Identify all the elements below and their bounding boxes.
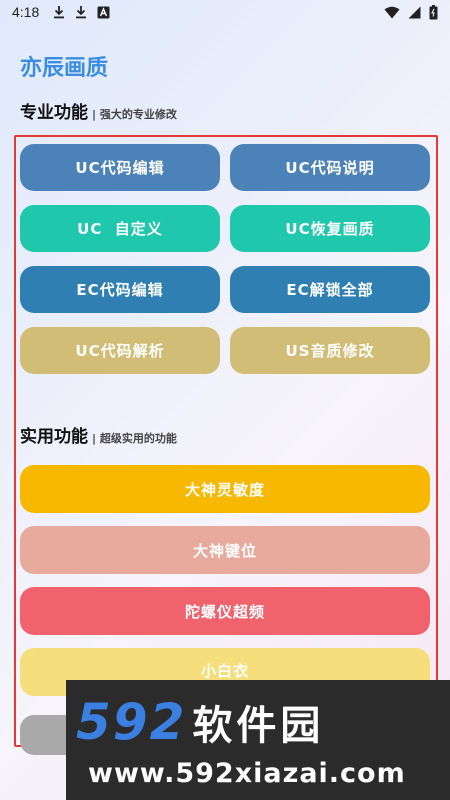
status-left-icons <box>53 5 110 19</box>
uc-code-edit-button[interactable]: UC代码编辑 <box>20 144 220 191</box>
key-layout-button[interactable]: 大神键位 <box>20 526 430 574</box>
watermark-brand: 592 软件园 <box>76 693 440 751</box>
battery-icon <box>429 4 438 20</box>
pro-section-header: 专业功能 | 强大的专业修改 <box>20 98 177 123</box>
uc-custom-button[interactable]: UC 自定义 <box>20 205 220 252</box>
util-section-subtitle: | 超级实用的功能 <box>92 432 177 445</box>
watermark-number: 592 <box>76 693 187 751</box>
util-section-header: 实用功能 | 超级实用的功能 <box>20 422 177 447</box>
uc-restore-quality-button[interactable]: UC恢复画质 <box>230 205 430 252</box>
ec-code-edit-button[interactable]: EC代码编辑 <box>20 266 220 313</box>
status-bar: 4:18 <box>0 0 450 24</box>
watermark-text: 软件园 <box>192 703 325 749</box>
status-time: 4:18 <box>12 4 40 20</box>
uc-code-help-button[interactable]: UC代码说明 <box>230 144 430 191</box>
download-icon <box>75 5 87 19</box>
app-title: 亦辰画质 <box>20 56 109 81</box>
ec-unlock-all-button[interactable]: EC解锁全部 <box>230 266 430 313</box>
util-section-title: 实用功能 <box>20 427 88 447</box>
download-icon <box>53 5 65 19</box>
us-audio-mod-button[interactable]: US音质修改 <box>230 327 430 374</box>
watermark-url: www.592xiazai.com <box>88 758 406 789</box>
app-notification-icon <box>97 6 110 19</box>
pro-section-title: 专业功能 <box>20 103 88 123</box>
pro-section-subtitle: | 强大的专业修改 <box>92 108 177 121</box>
status-right-icons <box>384 4 438 20</box>
sensitivity-button[interactable]: 大神灵敏度 <box>20 465 430 513</box>
uc-code-parse-button[interactable]: UC代码解析 <box>20 327 220 374</box>
wifi-icon <box>384 6 400 19</box>
watermark-logo: 592 软件园 www.592xiazai.com <box>66 680 450 800</box>
signal-icon <box>408 6 421 19</box>
gyroscope-overclock-button[interactable]: 陀螺仪超频 <box>20 587 430 635</box>
